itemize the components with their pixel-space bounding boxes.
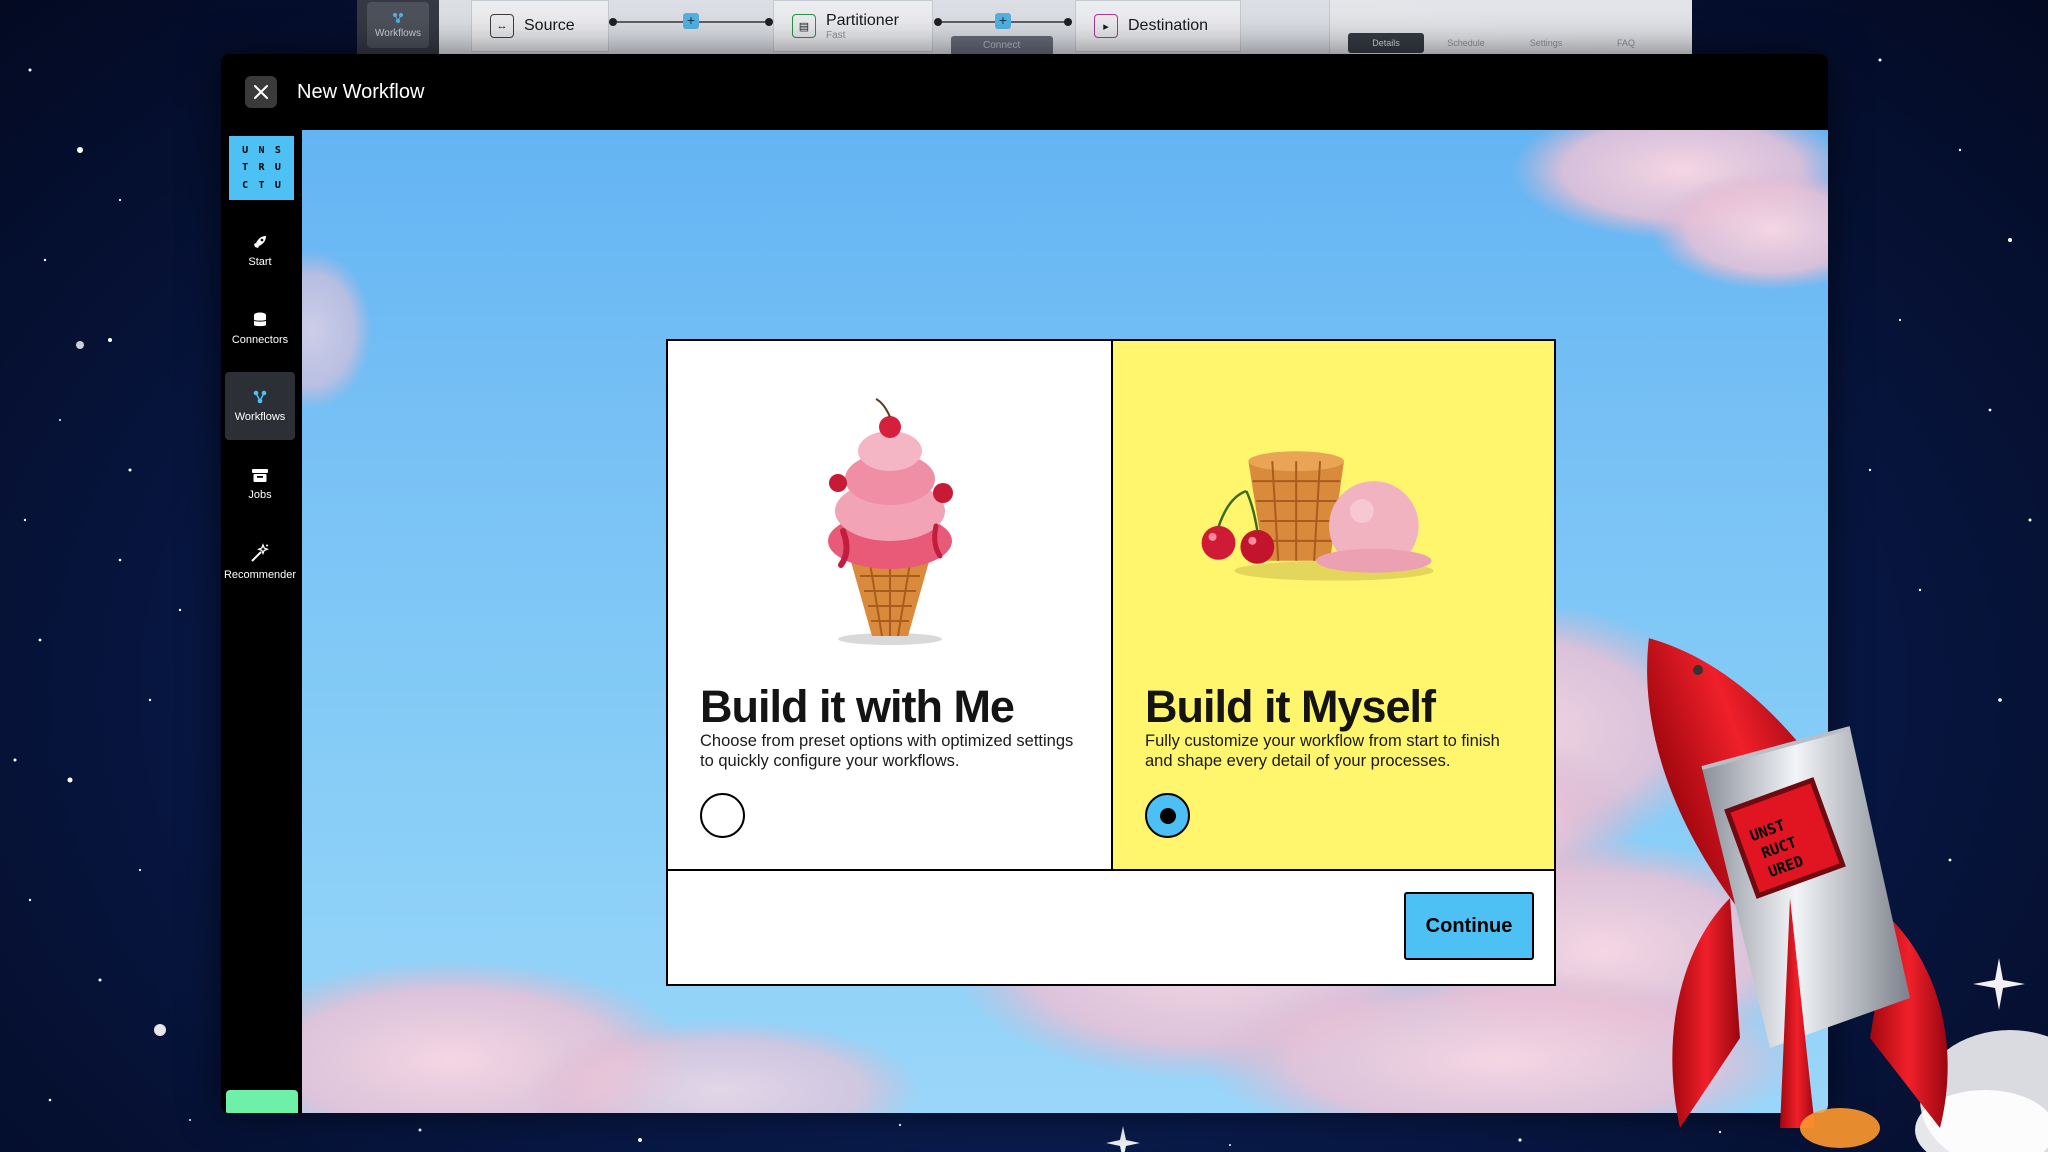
option-title: Build it with Me [700, 681, 1015, 732]
source-icon: ↔ [490, 14, 514, 38]
background-tab-settings: Settings [1529, 38, 1563, 48]
background-details-panel: Details Schedule Settings FAQ [1329, 0, 1692, 56]
option-radio-build-myself[interactable] [1145, 793, 1190, 838]
option-radio-build-with-me[interactable] [700, 793, 745, 838]
workflow-icon [253, 390, 267, 404]
background-sidebar-item-workflows: Workflows [367, 2, 429, 48]
workflow-type-dialog: Build it with Me Choose from preset opti… [666, 339, 1556, 986]
option-build-myself[interactable]: Build it Myself Fully customize your wor… [1111, 341, 1554, 871]
destination-icon: ▸ [1094, 14, 1118, 38]
background-workflow-editor: Workflows ↔ Source + ▤ Partitioner Fast … [357, 0, 1692, 56]
close-button[interactable] [245, 76, 277, 108]
database-icon [253, 312, 267, 327]
sidebar-item-label: Start [248, 256, 272, 268]
sidebar-item-label: Workflows [234, 411, 286, 423]
sidebar-item-label: Connectors [231, 334, 289, 346]
add-node-icon: + [995, 13, 1011, 29]
sidebar-item-jobs[interactable]: Jobs [225, 450, 295, 518]
partitioner-node: ▤ Partitioner Fast [773, 0, 933, 52]
modal-header: New Workflow [221, 54, 1828, 130]
sidebar-item-label: Jobs [248, 489, 272, 501]
option-description: Fully customize your workflow from start… [1145, 732, 1500, 770]
source-node: ↔ Source [471, 0, 609, 52]
destination-node-label: Destination [1128, 17, 1209, 34]
partitioner-node-label: Partitioner [826, 11, 899, 29]
sidebar-item-recommender[interactable]: Recommender [223, 528, 297, 596]
app-sidebar: UNS TRU CTU Start Connectors Workflows J… [221, 130, 302, 1113]
connector-line: + [934, 13, 1072, 29]
sidebar-item-connectors[interactable]: Connectors [225, 295, 295, 363]
sidebar-item-label: Recommender [223, 569, 297, 581]
option-title: Build it Myself [1145, 681, 1436, 732]
sparkle-wand-icon [251, 543, 269, 562]
sky-canvas: Build it with Me Choose from preset opti… [302, 130, 1828, 1113]
connect-chip: Connect [951, 36, 1053, 56]
rocket-illustration: UNST RUCT URED [1647, 638, 1948, 1148]
source-node-label: Source [524, 17, 575, 34]
archive-icon [252, 469, 268, 482]
background-sidebar: Workflows [357, 0, 439, 56]
background-tab-schedule: Schedule [1447, 38, 1485, 48]
add-node-icon: + [683, 13, 699, 29]
background-tab-details: Details [1348, 33, 1424, 53]
continue-button[interactable]: Continue [1404, 892, 1534, 960]
modal-title: New Workflow [297, 80, 425, 103]
connector-line: + [609, 13, 773, 29]
new-workflow-modal: New Workflow UNS TRU CTU Start Connector… [221, 54, 1828, 1113]
dialog-footer: Continue [668, 871, 1554, 984]
unstructured-logo[interactable]: UNS TRU CTU [229, 136, 294, 200]
close-icon [254, 85, 268, 99]
background-tab-faq: FAQ [1616, 38, 1635, 48]
sidebar-item-start[interactable]: Start [225, 217, 295, 285]
destination-node: ▸ Destination [1075, 0, 1241, 52]
ice-cream-swirl-illustration [828, 398, 953, 645]
partitioner-icon: ▤ [792, 14, 816, 38]
rocket-icon [254, 236, 266, 248]
sidebar-item-workflows[interactable]: Workflows [225, 372, 295, 440]
background-sidebar-label: Workflows [375, 27, 421, 39]
ice-cream-scoop-illustration [1201, 451, 1434, 581]
option-description: Choose from preset options with optimize… [700, 732, 1074, 770]
option-build-with-me[interactable]: Build it with Me Choose from preset opti… [668, 341, 1111, 871]
workflow-icon [393, 12, 403, 23]
user-avatar[interactable]: T [226, 1090, 298, 1113]
partitioner-node-sub: Fast [826, 29, 846, 41]
